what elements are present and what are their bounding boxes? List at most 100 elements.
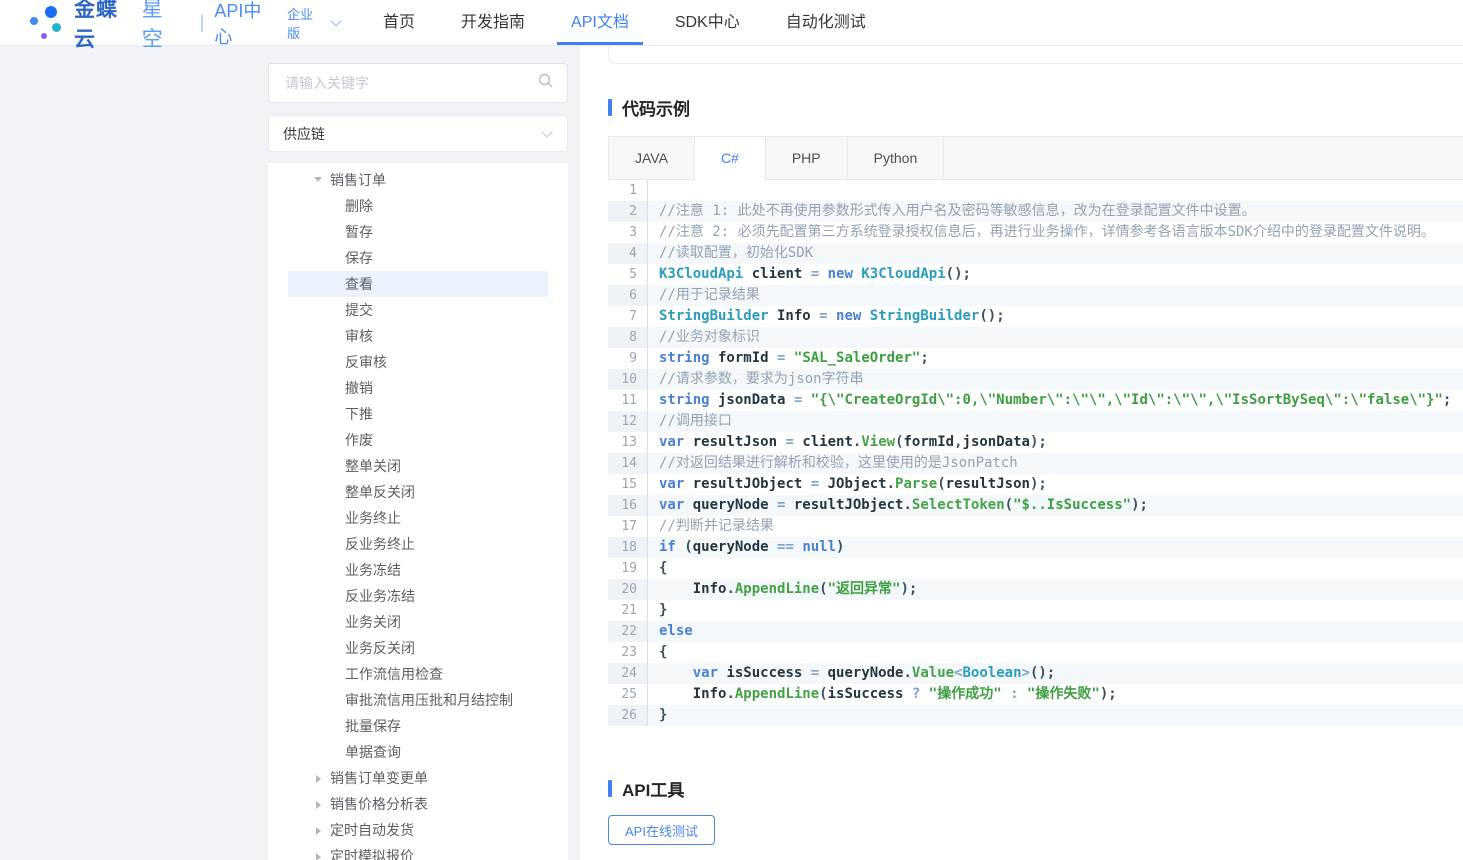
code-line-content: Info.AppendLine(isSuccess ? "操作成功" : "操作… (648, 684, 1117, 705)
tree-leaf-审核[interactable]: 审核 (268, 323, 568, 349)
tree-leaf-label: 撤销 (345, 380, 373, 396)
tree-leaf-label: 反业务终止 (345, 536, 415, 552)
tree-leaf-批量保存[interactable]: 批量保存 (268, 713, 568, 739)
tree-leaf-整单关闭[interactable]: 整单关闭 (268, 453, 568, 479)
code-line-content: if (queryNode == null) (648, 537, 844, 558)
line-number: 18 (608, 537, 648, 558)
code-line: 19{ (608, 558, 1463, 579)
code-block[interactable]: 12//注意 1: 此处不再使用参数形式传入用户名及密码等敏感信息，改为在登录配… (608, 180, 1463, 726)
search-icon[interactable] (538, 73, 553, 93)
tree-leaf-label: 业务关闭 (345, 614, 401, 630)
line-number: 17 (608, 516, 648, 537)
nav-item-SDK中心[interactable]: SDK中心 (652, 0, 763, 45)
code-tab-C#[interactable]: C# (695, 137, 766, 181)
brand-name-primary: 金蝶云 (74, 0, 140, 53)
tree-leaf-业务终止[interactable]: 业务终止 (268, 505, 568, 531)
code-line-content: Info.AppendLine("返回异常"); (648, 579, 917, 600)
code-line: 23{ (608, 642, 1463, 663)
tree-node-销售订单[interactable]: 销售订单 (268, 167, 568, 193)
tree-leaf-label: 业务终止 (345, 510, 401, 526)
tree-leaf-整单反关闭[interactable]: 整单反关闭 (268, 479, 568, 505)
api-tools-section-title: API工具 (608, 778, 684, 798)
tree-leaf-label: 审核 (345, 328, 373, 344)
code-line-content: //调用接口 (648, 411, 732, 432)
tree-leaf-label: 整单反关闭 (345, 484, 415, 500)
section-title-accent-bar (608, 780, 612, 797)
tree-leaf-单据查询[interactable]: 单据查询 (268, 739, 568, 765)
code-line: 13var resultJson = client.View(formId,js… (608, 432, 1463, 453)
code-line: 26} (608, 705, 1463, 726)
caret-right-icon[interactable] (316, 853, 321, 860)
tree-leaf-删除[interactable]: 删除 (268, 193, 568, 219)
tree-leaf-作废[interactable]: 作废 (268, 427, 568, 453)
tree-leaf-业务反关闭[interactable]: 业务反关闭 (268, 635, 568, 661)
tree-leaf-业务关闭[interactable]: 业务关闭 (268, 609, 568, 635)
tree-node-定时模拟报价[interactable]: 定时模拟报价 (268, 843, 568, 860)
tree-leaf-保存[interactable]: 保存 (268, 245, 568, 271)
nav-item-开发指南[interactable]: 开发指南 (438, 0, 548, 45)
tree-node-定时自动发货[interactable]: 定时自动发货 (268, 817, 568, 843)
tree-leaf-下推[interactable]: 下推 (268, 401, 568, 427)
edition-chevron-down-icon[interactable] (330, 15, 341, 26)
line-number: 22 (608, 621, 648, 642)
code-tab-PHP[interactable]: PHP (766, 137, 848, 179)
category-chevron-down-icon (541, 126, 552, 137)
line-number: 21 (608, 600, 648, 621)
tree-leaf-业务冻结[interactable]: 业务冻结 (268, 557, 568, 583)
tree-leaf-工作流信用检查[interactable]: 工作流信用检查 (268, 661, 568, 687)
line-number: 16 (608, 495, 648, 516)
caret-right-icon[interactable] (316, 827, 321, 835)
line-number: 11 (608, 390, 648, 411)
tree-leaf-暂存[interactable]: 暂存 (268, 219, 568, 245)
nav-item-API文档[interactable]: API文档 (548, 0, 652, 45)
brand-name-secondary: 星空 (142, 0, 186, 53)
tree-leaf-label: 提交 (345, 302, 373, 318)
search-input[interactable] (283, 74, 538, 92)
tree-leaf-撤销[interactable]: 撤销 (268, 375, 568, 401)
line-number: 4 (608, 243, 648, 264)
tree-node-销售订单变更单[interactable]: 销售订单变更单 (268, 765, 568, 791)
code-line-content: var isSuccess = queryNode.Value<Boolean>… (648, 663, 1055, 684)
brand-edition-label[interactable]: 企业版 (287, 4, 326, 42)
api-online-test-button[interactable]: API在线测试 (608, 815, 715, 845)
nav-item-首页[interactable]: 首页 (360, 0, 438, 45)
tree-leaf-反业务冻结[interactable]: 反业务冻结 (268, 583, 568, 609)
code-line-content: //对返回结果进行解析和校验，这里使用的是JsonPatch (648, 453, 1018, 474)
code-line: 6//用于记录结果 (608, 285, 1463, 306)
code-line-content: else (648, 621, 693, 642)
code-line: 24 var isSuccess = queryNode.Value<Boole… (608, 663, 1463, 684)
nav-item-自动化测试[interactable]: 自动化测试 (763, 0, 889, 45)
code-line-content: } (648, 600, 667, 621)
tree-node-销售价格分析表[interactable]: 销售价格分析表 (268, 791, 568, 817)
tree-leaf-提交[interactable]: 提交 (268, 297, 568, 323)
code-line: 8//业务对象标识 (608, 327, 1463, 348)
caret-right-icon[interactable] (316, 801, 321, 809)
tree-node-label: 定时模拟报价 (330, 848, 414, 860)
tree-node-label: 销售订单变更单 (330, 770, 428, 786)
code-line-content: string jsonData = "{\"CreateOrgId\":0,\"… (648, 390, 1451, 411)
code-line: 22else (608, 621, 1463, 642)
line-number: 8 (608, 327, 648, 348)
code-line-content: var resultJson = client.View(formId,json… (648, 432, 1047, 453)
main-content: 代码示例 JAVAC#PHPPython 12//注意 1: 此处不再使用参数形… (580, 45, 1463, 860)
tree-leaf-审批流信用压批和月结控制[interactable]: 审批流信用压批和月结控制 (268, 687, 568, 713)
tree-leaf-查看[interactable]: 查看 (288, 271, 548, 297)
tree-leaf-label: 批量保存 (345, 718, 401, 734)
code-tab-Python[interactable]: Python (848, 137, 945, 179)
code-tab-JAVA[interactable]: JAVA (609, 137, 695, 179)
tree-leaf-反业务终止[interactable]: 反业务终止 (268, 531, 568, 557)
caret-down-icon[interactable] (314, 177, 322, 182)
code-line: 20 Info.AppendLine("返回异常"); (608, 579, 1463, 600)
brand-logo[interactable]: 金蝶云 星空 | API中心 企业版 (28, 0, 340, 53)
tree-leaf-反审核[interactable]: 反审核 (268, 349, 568, 375)
sidebar-search-box (268, 63, 568, 103)
section-title-accent-bar (608, 99, 612, 116)
api-tree-panel: 销售订单删除暂存保存查看提交审核反审核撤销下推作废整单关闭整单反关闭业务终止反业… (268, 163, 568, 860)
code-line: 15var resultJObject = JObject.Parse(resu… (608, 474, 1463, 495)
caret-right-icon[interactable] (316, 775, 321, 783)
code-line-content: //用于记录结果 (648, 285, 760, 306)
category-select[interactable]: 供应链 (268, 115, 568, 152)
tree-leaf-label: 业务冻结 (345, 562, 401, 578)
code-line: 2//注意 1: 此处不再使用参数形式传入用户名及密码等敏感信息，改为在登录配置… (608, 201, 1463, 222)
kingdee-dots-logo-icon (28, 5, 68, 41)
